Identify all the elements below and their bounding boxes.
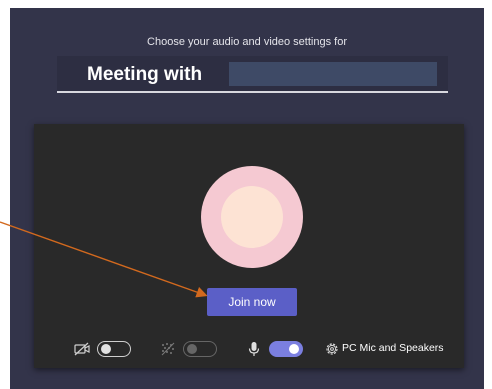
background-blur-icon (161, 342, 175, 356)
camera-toggle-knob (101, 344, 111, 354)
microphone-toggle-knob (289, 344, 299, 354)
device-controls: PC Mic and Speakers (34, 338, 464, 360)
microphone-icon (248, 342, 260, 356)
redacted-name (229, 62, 437, 86)
microphone-toggle[interactable] (269, 341, 303, 357)
join-now-button[interactable]: Join now (207, 288, 297, 316)
avatar-inner (221, 186, 283, 248)
prejoin-subtitle: Choose your audio and video settings for (147, 36, 347, 48)
meeting-title: Meeting with (87, 64, 203, 85)
camera-off-icon (74, 342, 90, 356)
background-blur-toggle-knob (187, 344, 197, 354)
prejoin-window: Choose your audio and video settings for… (10, 8, 484, 389)
meeting-title-field[interactable]: Meeting with (57, 56, 448, 93)
avatar (201, 166, 303, 268)
audio-device-label[interactable]: PC Mic and Speakers (342, 342, 444, 354)
background-blur-toggle[interactable] (183, 341, 217, 357)
gear-icon[interactable] (324, 341, 340, 357)
video-preview: Join now PC Mic and Speakers (34, 124, 464, 368)
camera-toggle[interactable] (97, 341, 131, 357)
